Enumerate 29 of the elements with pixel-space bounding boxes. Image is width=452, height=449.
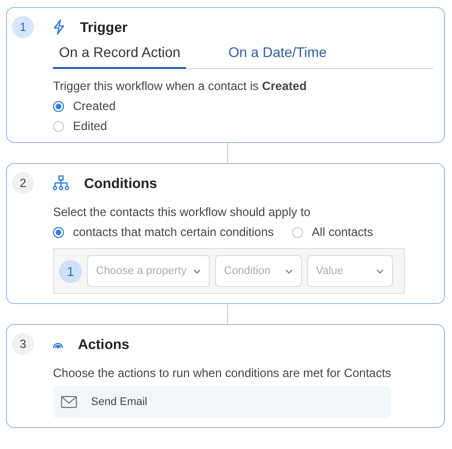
tab[interactable]: On a Date/Time bbox=[222, 41, 333, 69]
radio-label: Edited bbox=[73, 119, 108, 133]
radio-label: Created bbox=[73, 99, 116, 113]
hierarchy-icon bbox=[52, 175, 70, 191]
step-title: Conditions bbox=[84, 175, 158, 191]
radio-button[interactable] bbox=[292, 226, 303, 238]
radio-button[interactable] bbox=[53, 226, 64, 238]
rule-number: 1 bbox=[59, 260, 82, 282]
step-number: 1 bbox=[12, 16, 34, 38]
radio-button[interactable] bbox=[53, 120, 64, 132]
envelope-icon bbox=[61, 396, 77, 408]
radio-option[interactable]: Edited bbox=[53, 119, 433, 133]
action-item[interactable]: Send Email bbox=[53, 386, 391, 418]
step-title: Actions bbox=[78, 336, 130, 352]
radio-option[interactable]: Created bbox=[53, 99, 433, 113]
chevron-down-icon bbox=[376, 268, 384, 274]
step-number: 2 bbox=[12, 172, 34, 194]
radio-option[interactable]: All contacts bbox=[292, 225, 374, 239]
radio-label: All contacts bbox=[312, 225, 374, 239]
tab[interactable]: On a Record Action bbox=[53, 41, 186, 69]
lightning-icon bbox=[52, 19, 66, 35]
description: Select the contacts this workflow should apply to bbox=[53, 205, 312, 219]
description: Choose the actions to run when conditions are met for Contacts bbox=[53, 366, 392, 380]
description: Trigger this workflow when a contact is Created bbox=[53, 79, 308, 93]
radio-button[interactable] bbox=[53, 100, 64, 112]
step-title: Trigger bbox=[80, 19, 128, 35]
step-number: 3 bbox=[12, 333, 34, 355]
chevron-down-icon bbox=[193, 268, 201, 274]
chevron-down-icon bbox=[285, 268, 293, 274]
